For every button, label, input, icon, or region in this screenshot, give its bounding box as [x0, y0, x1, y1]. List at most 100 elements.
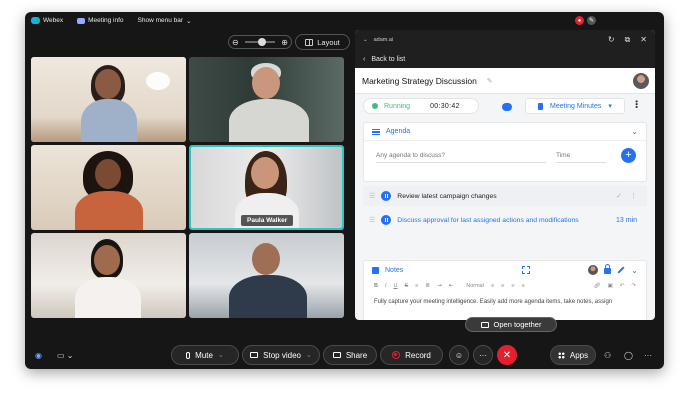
open-together-button[interactable]: Open together: [465, 317, 557, 332]
open-together-label: Open together: [493, 320, 542, 329]
back-to-list-label: Back to list: [371, 55, 406, 63]
video-tile-1[interactable]: [31, 57, 186, 142]
image-icon[interactable]: ▣: [608, 283, 613, 289]
edit-pencil-icon[interactable]: ✎: [487, 77, 493, 85]
participants-icon[interactable]: ⚇: [604, 351, 611, 360]
panel-app-label: adam.ai: [373, 37, 394, 43]
video-tile-3[interactable]: [31, 145, 186, 230]
refresh-icon[interactable]: ↻: [608, 35, 615, 45]
pop-out-icon[interactable]: ⧉: [625, 35, 631, 45]
back-to-list-link[interactable]: ‹ Back to list: [355, 50, 655, 68]
pause-icon[interactable]: [381, 191, 392, 201]
check-icon[interactable]: ✓: [616, 192, 622, 200]
status-row: Running 00:30:42 Meeting Minutes ▾ •••: [355, 94, 655, 118]
record-icon: [392, 351, 401, 359]
link-icon[interactable]: 🔗︎: [594, 283, 601, 289]
zoom-in-icon[interactable]: ⊕: [281, 38, 288, 47]
layout-button[interactable]: Layout: [295, 34, 350, 50]
video-tile-4-paula-walker[interactable]: Paula Walker: [189, 145, 344, 230]
lock-icon[interactable]: [604, 264, 612, 274]
zoom-track[interactable]: [245, 38, 275, 46]
agenda-time-input[interactable]: [556, 149, 606, 163]
video-tile-6[interactable]: [189, 233, 344, 318]
stop-video-label: Stop video: [263, 350, 301, 360]
video-tile-5[interactable]: [31, 233, 186, 318]
webex-app-menu[interactable]: Webex: [31, 17, 63, 24]
chevron-down-icon[interactable]: ⌄: [631, 266, 638, 275]
format-select[interactable]: Normal: [466, 283, 484, 289]
redo-icon[interactable]: ↷: [631, 283, 636, 289]
underline-icon[interactable]: U: [394, 283, 398, 289]
mute-button[interactable]: Mute ⌄: [171, 345, 239, 365]
end-call-button[interactable]: ✕: [497, 345, 517, 365]
meeting-info-icon: [77, 17, 86, 24]
agenda-topic-input[interactable]: [376, 149, 546, 163]
close-icon[interactable]: ✕: [640, 35, 647, 45]
chevron-left-icon: ‹: [363, 55, 366, 63]
panel-header: ⌄ adam.ai ↻ ⧉ ✕: [355, 30, 655, 50]
chevron-down-icon[interactable]: ⌄: [218, 351, 224, 359]
reactions-chat-icon[interactable]: ▭ ⌄: [57, 351, 73, 360]
zoom-slider[interactable]: ⊖ ⊕: [228, 35, 292, 49]
undo-icon[interactable]: ↶: [620, 283, 625, 289]
notes-body[interactable]: Fully capture your meeting intelligence.…: [364, 293, 646, 311]
more-options-icon[interactable]: ⋮: [630, 192, 637, 200]
more-options-button[interactable]: ···: [473, 345, 493, 365]
share-label: Share: [345, 350, 368, 360]
record-button[interactable]: Record: [380, 345, 443, 365]
meeting-title-row: Marketing Strategy Discussion ✎: [355, 68, 655, 94]
more-options-icon[interactable]: •••: [632, 100, 641, 108]
collapse-chevron-icon[interactable]: ⌄: [363, 37, 368, 43]
strike-icon[interactable]: S: [405, 283, 409, 289]
reactions-button[interactable]: ☺: [449, 345, 469, 365]
agenda-item[interactable]: ☰ Discuss approval for last assigned act…: [363, 210, 647, 230]
zoom-out-icon[interactable]: ⊖: [232, 38, 239, 47]
meeting-info-label: Meeting info: [88, 17, 124, 24]
microphone-icon: [186, 351, 191, 359]
collaborator-avatar: [588, 265, 599, 275]
agenda-header[interactable]: Agenda ⌄: [364, 123, 646, 141]
justify-icon[interactable]: ≡: [522, 283, 525, 289]
list-ordered-icon[interactable]: ≡: [415, 283, 418, 289]
mute-indicator-icon: ✎: [587, 16, 596, 25]
window-status-icons: ● ✎: [575, 16, 596, 25]
participant-name-tag: Paula Walker: [241, 215, 294, 226]
add-agenda-button[interactable]: +: [621, 148, 636, 163]
bold-icon[interactable]: B: [374, 283, 378, 289]
drag-handle-icon[interactable]: ☰: [369, 216, 375, 224]
indent-icon[interactable]: ⇥: [437, 283, 442, 289]
stop-video-button[interactable]: Stop video ⌄: [242, 345, 320, 365]
show-menu-bar-button[interactable]: Show menu bar ⌄: [138, 17, 192, 25]
zoom-knob[interactable]: [258, 38, 266, 46]
meeting-minutes-dropdown[interactable]: Meeting Minutes ▾: [525, 98, 625, 114]
more-panels-icon[interactable]: ···: [644, 351, 652, 360]
video-tile-2[interactable]: [189, 57, 344, 142]
chevron-down-icon: ⌄: [186, 17, 192, 25]
meeting-timer[interactable]: Running 00:30:42: [363, 98, 479, 114]
apps-button[interactable]: Apps: [550, 345, 596, 365]
expand-icon[interactable]: [522, 266, 531, 274]
list-bullet-icon[interactable]: ≣: [425, 283, 430, 289]
chevron-down-icon[interactable]: ⌄: [306, 351, 312, 359]
pause-icon[interactable]: [381, 215, 392, 225]
layout-grid-icon: [305, 38, 314, 46]
chat-bubble-icon[interactable]: ◯: [624, 351, 633, 360]
user-avatar[interactable]: [633, 73, 649, 89]
agenda-item[interactable]: ☰ Review latest campaign changes ✓ ⋮: [363, 186, 647, 206]
agenda-input-row: +: [364, 141, 646, 171]
screen-icon: [480, 321, 489, 328]
align-center-icon[interactable]: ≡: [501, 283, 504, 289]
meeting-info-button[interactable]: Meeting info: [77, 17, 124, 24]
align-left-icon[interactable]: ≡: [491, 283, 494, 289]
app-name: Webex: [43, 17, 64, 24]
chat-icon[interactable]: [502, 103, 512, 111]
pen-icon[interactable]: [617, 266, 625, 274]
share-button[interactable]: Share: [323, 345, 377, 365]
drag-handle-icon[interactable]: ☰: [369, 192, 375, 200]
italic-icon[interactable]: I: [385, 283, 387, 289]
document-icon: [538, 102, 543, 110]
notes-card: Notes ⌄ B I U S ≡ ≣ ⇥ ⇤ Normal ≡ ≡ ≡ ≡ 🔗…: [363, 260, 647, 320]
align-right-icon[interactable]: ≡: [511, 283, 514, 289]
outdent-icon[interactable]: ⇤: [449, 283, 454, 289]
webex-assistant-icon[interactable]: ◉: [35, 351, 42, 360]
